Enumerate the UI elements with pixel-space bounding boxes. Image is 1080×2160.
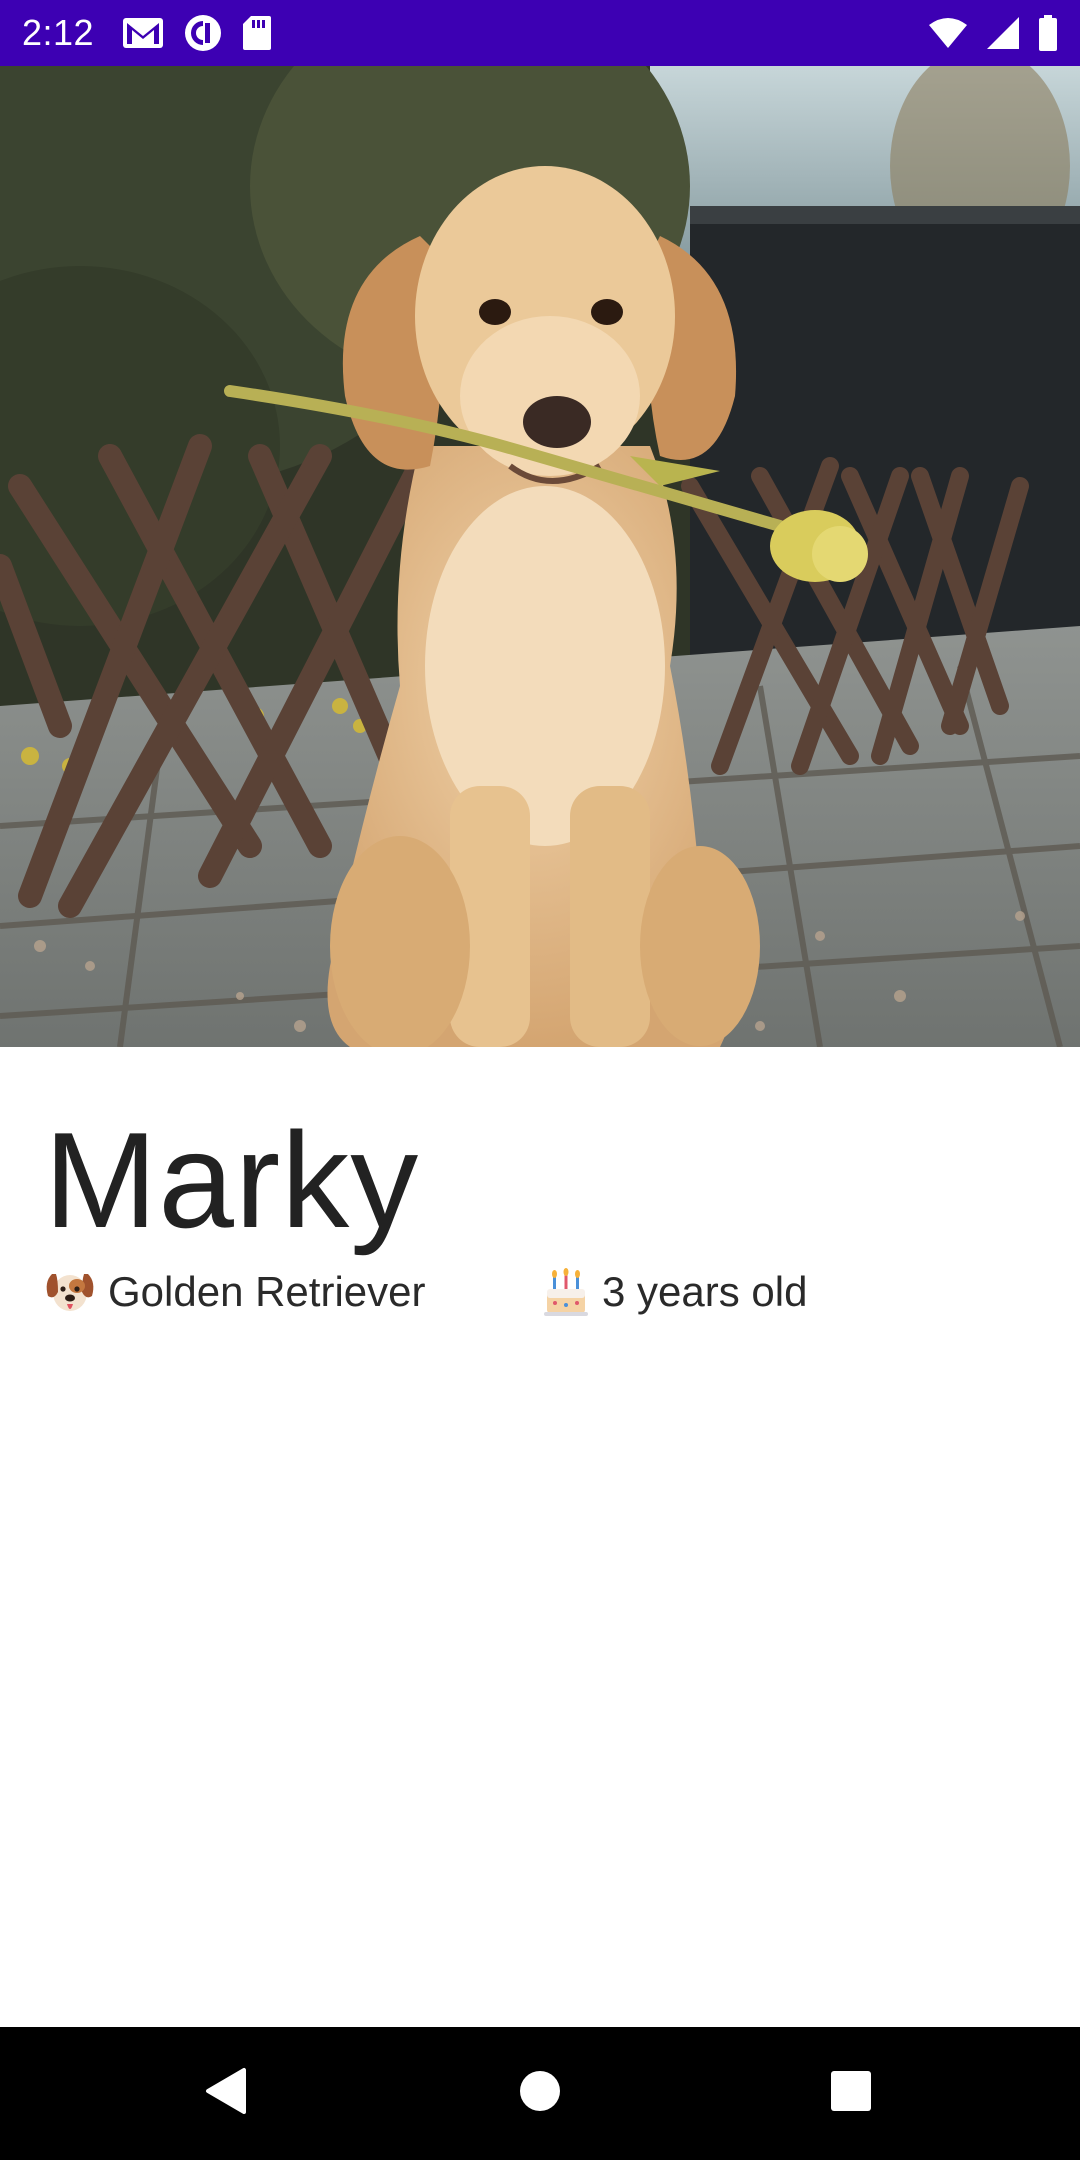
pet-info-row: Golden Retriever 3 years old <box>44 1267 807 1317</box>
age-info: 3 years old <box>542 1267 807 1317</box>
pocket-casts-icon <box>184 14 222 52</box>
recents-button[interactable] <box>791 2027 911 2160</box>
breed-info: Golden Retriever <box>44 1268 542 1316</box>
status-bar: 2:12 <box>0 0 1080 66</box>
status-time: 2:12 <box>22 12 95 53</box>
pet-details: Marky Golden Retriever 3 years old <box>0 1047 1080 2027</box>
age-label: 3 years old <box>602 1268 808 1315</box>
gmail-icon <box>122 17 164 49</box>
notification-icons <box>122 14 272 52</box>
back-button[interactable] <box>166 2027 286 2160</box>
sd-card-icon <box>242 15 272 51</box>
system-icons <box>928 15 1058 51</box>
breed-label: Golden Retriever <box>108 1268 426 1315</box>
dog-face-icon <box>44 1268 96 1316</box>
home-icon <box>518 2069 562 2118</box>
back-icon <box>204 2066 248 2121</box>
pet-photo <box>0 66 1080 1047</box>
navigation-bar <box>0 2027 1080 2160</box>
battery-icon <box>1038 15 1058 51</box>
wifi-icon <box>928 17 968 49</box>
recents-icon <box>829 2069 873 2118</box>
dog-photo-icon <box>0 66 1080 1047</box>
birthday-cake-icon <box>542 1267 590 1317</box>
cell-signal-icon <box>986 16 1020 50</box>
home-button[interactable] <box>480 2027 600 2160</box>
pet-name: Marky <box>44 1104 420 1256</box>
